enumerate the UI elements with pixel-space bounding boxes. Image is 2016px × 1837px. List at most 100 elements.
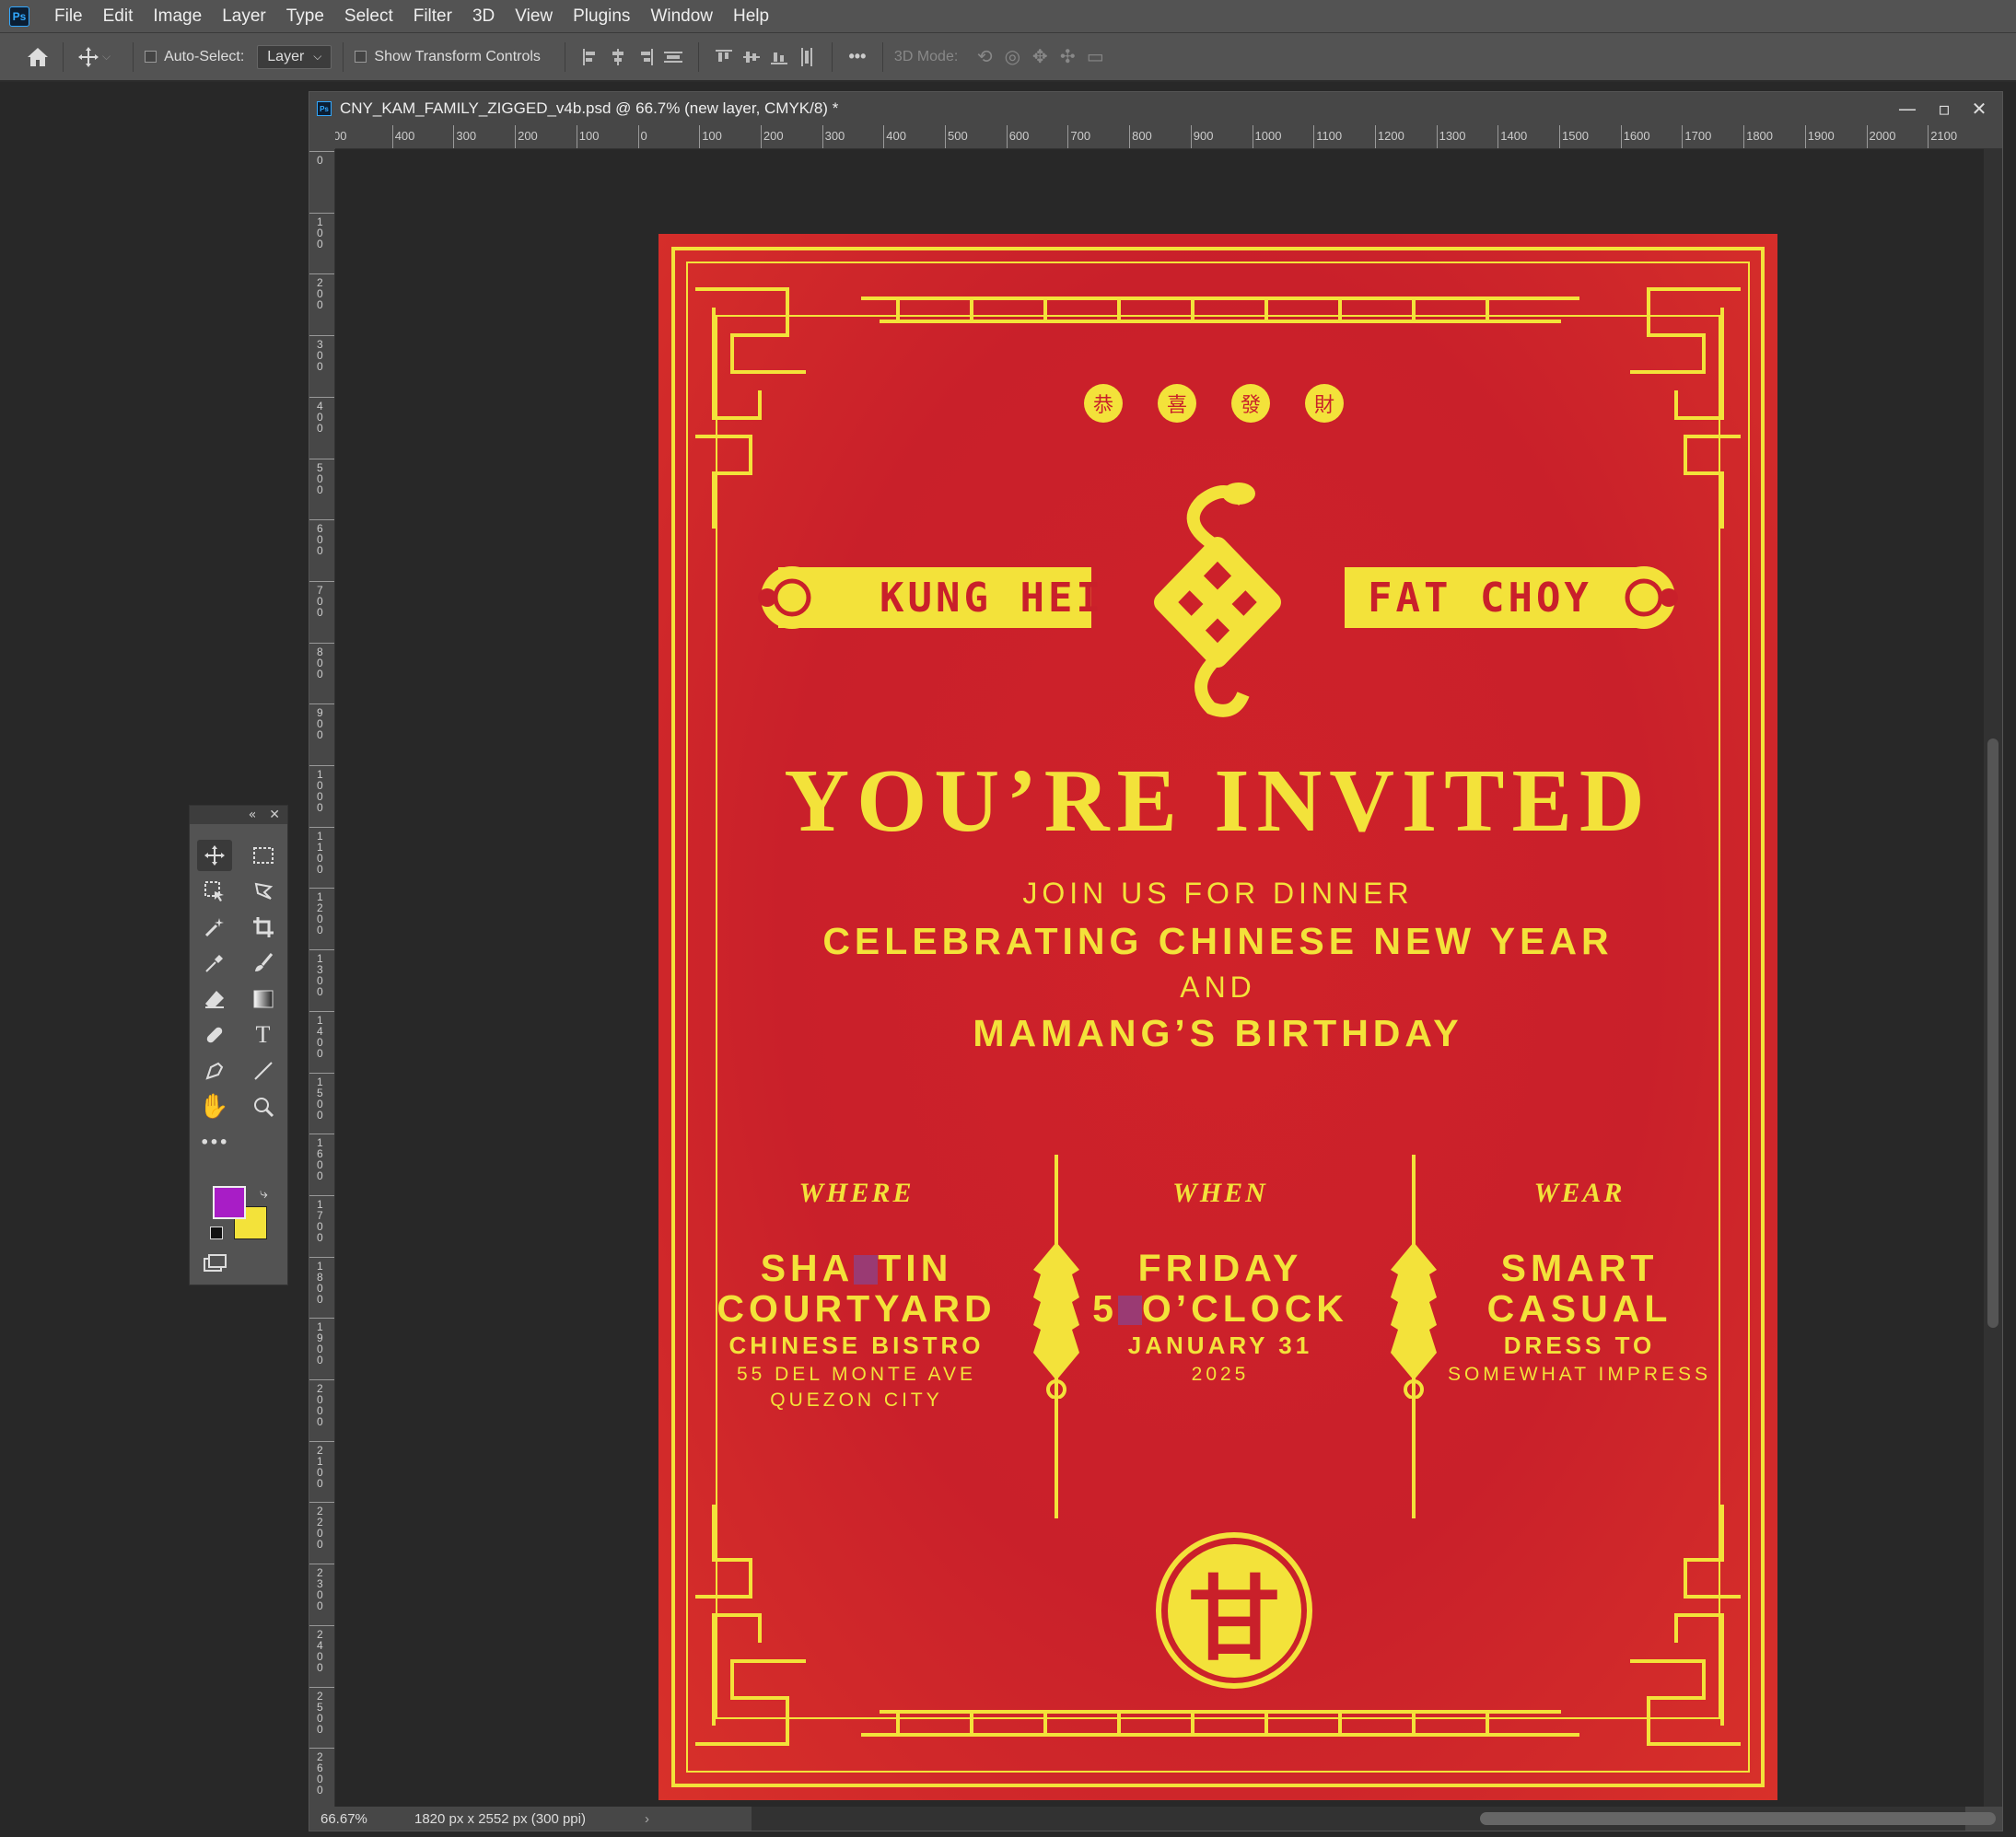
ruler-label: 1700 xyxy=(1684,129,1712,143)
status-expand-icon[interactable]: › xyxy=(645,1811,649,1827)
home-icon[interactable] xyxy=(24,43,52,71)
crop-icon[interactable] xyxy=(246,912,281,943)
ruler-label: 1300 xyxy=(317,952,323,999)
ruler-tick xyxy=(1928,125,1929,148)
horizontal-scroll-thumb[interactable] xyxy=(1480,1812,1996,1825)
move-tool-icon[interactable] xyxy=(75,43,102,71)
align-right-icon[interactable] xyxy=(632,43,659,71)
menu-image[interactable]: Image xyxy=(143,0,212,32)
screen-mode-icon[interactable] xyxy=(203,1253,228,1277)
close-document-icon[interactable]: ✕ xyxy=(1960,92,1999,125)
ruler-label: 700 xyxy=(1070,129,1091,143)
pen-icon[interactable] xyxy=(197,1055,232,1087)
magic-wand-icon[interactable] xyxy=(197,912,232,943)
more-options-icon[interactable]: ••• xyxy=(844,43,871,71)
lasso-icon[interactable] xyxy=(246,876,281,907)
3d-pan-icon[interactable]: ✥ xyxy=(1026,43,1054,71)
menu-plugins[interactable]: Plugins xyxy=(563,0,640,32)
3d-roll-icon[interactable]: ◎ xyxy=(998,43,1026,71)
swap-colors-icon[interactable]: ⤷ xyxy=(260,1184,268,1203)
eraser-icon[interactable] xyxy=(197,983,232,1015)
menu-view[interactable]: View xyxy=(505,0,563,32)
separator xyxy=(63,41,64,72)
ruler-label: 200 xyxy=(518,129,538,143)
vertical-scroll-thumb[interactable] xyxy=(1987,738,1999,1328)
collapse-icon[interactable]: « xyxy=(249,808,257,822)
banner-fat-choy: FAT CHOY xyxy=(1368,575,1592,622)
distribute-vertical-icon[interactable] xyxy=(659,43,687,71)
menu-window[interactable]: Window xyxy=(640,0,723,32)
align-middle-icon[interactable] xyxy=(738,43,765,71)
ruler-label: 400 xyxy=(394,129,415,143)
marquee-icon[interactable] xyxy=(246,840,281,871)
auto-select-label: Auto-Select: xyxy=(164,48,245,64)
maximize-icon[interactable]: ▫ xyxy=(1925,92,1964,125)
auto-select-target-dropdown[interactable]: Layer ⌵ xyxy=(257,44,332,69)
invitation-poster[interactable]: 恭 喜 發 財 KUNG HEI FAT CHOY YOU’RE INVITED… xyxy=(658,234,1777,1800)
chevron-down-icon[interactable]: ⌵ xyxy=(102,50,111,64)
show-transform-option[interactable]: Show Transform Controls xyxy=(355,49,541,65)
show-transform-checkbox[interactable] xyxy=(355,51,367,63)
align-bottom-icon[interactable] xyxy=(765,43,793,71)
ruler-tick xyxy=(309,1624,334,1626)
minimize-icon[interactable]: — xyxy=(1888,92,1927,125)
ruler-tick xyxy=(309,1686,334,1688)
align-left-icon[interactable] xyxy=(577,43,604,71)
align-top-icon[interactable] xyxy=(710,43,738,71)
ruler-tick xyxy=(309,1318,334,1320)
ruler-corner[interactable] xyxy=(309,125,335,149)
eyedropper-icon[interactable] xyxy=(197,948,232,979)
horizontal-scrollbar[interactable] xyxy=(752,1807,1996,1831)
document-tab[interactable]: Ps CNY_KAM_FAMILY_ZIGGED_v4b.psd @ 66.7%… xyxy=(309,92,2002,125)
menu-help[interactable]: Help xyxy=(723,0,779,32)
zoom-icon[interactable] xyxy=(246,1091,281,1122)
ruler-tick xyxy=(309,765,334,766)
auto-select-checkbox[interactable] xyxy=(145,51,157,63)
selection-highlight xyxy=(854,1255,879,1285)
canvas-area[interactable]: 恭 喜 發 財 KUNG HEI FAT CHOY YOU’RE INVITED… xyxy=(336,150,1985,1808)
more-tools-icon[interactable]: ••• xyxy=(197,1127,232,1158)
menu-3d[interactable]: 3D xyxy=(462,0,505,32)
gradient-icon[interactable] xyxy=(246,983,281,1015)
menu-layer[interactable]: Layer xyxy=(212,0,276,32)
menu-type[interactable]: Type xyxy=(276,0,334,32)
document-window: Ps CNY_KAM_FAMILY_ZIGGED_v4b.psd @ 66.7%… xyxy=(309,91,2003,1831)
move-icon[interactable] xyxy=(196,839,232,871)
auto-select-option[interactable]: Auto-Select: xyxy=(145,49,244,65)
ruler-label: 1200 xyxy=(317,890,323,937)
ruler-tick xyxy=(309,1010,334,1012)
object-select-icon[interactable] xyxy=(197,876,232,907)
default-colors-icon[interactable] xyxy=(210,1227,223,1239)
3d-orbit-icon[interactable]: ⟲ xyxy=(971,43,998,71)
family-seal: 甘 xyxy=(1156,1532,1312,1689)
ruler-tick xyxy=(309,151,334,152)
zoom-level[interactable]: 66.67% xyxy=(320,1811,394,1827)
menu-edit[interactable]: Edit xyxy=(93,0,144,32)
separator xyxy=(697,41,699,72)
where-venue-line1: SHA TIN xyxy=(760,1247,953,1289)
ruler-label: 1100 xyxy=(1316,129,1343,143)
ruler-tick xyxy=(309,703,334,705)
3d-slide-icon[interactable]: ✣ xyxy=(1054,43,1081,71)
vertical-scrollbar[interactable] xyxy=(1984,149,2002,1807)
hand-icon[interactable]: ✋ xyxy=(197,1091,232,1122)
ruler-tick xyxy=(699,125,701,148)
align-center-icon[interactable] xyxy=(604,43,632,71)
distribute-horizontal-icon[interactable] xyxy=(793,43,821,71)
menu-filter[interactable]: Filter xyxy=(403,0,462,32)
ruler-tick xyxy=(1374,125,1376,148)
vertical-ruler[interactable]: 0 100 200 300 400 500 600 700 800 900 1000 1100 1200… xyxy=(309,149,335,1807)
type-icon[interactable]: T xyxy=(246,1019,281,1051)
foreground-color-swatch[interactable] xyxy=(213,1186,246,1219)
line-icon[interactable] xyxy=(246,1055,281,1087)
close-icon[interactable]: ✕ xyxy=(269,808,280,822)
ruler-tick xyxy=(1190,125,1192,148)
brush-icon[interactable] xyxy=(246,948,281,979)
coin-gong: 恭 xyxy=(1084,384,1123,423)
healing-icon[interactable] xyxy=(197,1019,232,1051)
3d-camera-icon[interactable]: ▭ xyxy=(1081,43,1109,71)
ruler-tick xyxy=(883,125,885,148)
horizontal-ruler[interactable]: 0040030020010001002003004005006007008009… xyxy=(335,125,2002,149)
menu-select[interactable]: Select xyxy=(334,0,403,32)
menu-file[interactable]: File xyxy=(44,0,93,32)
